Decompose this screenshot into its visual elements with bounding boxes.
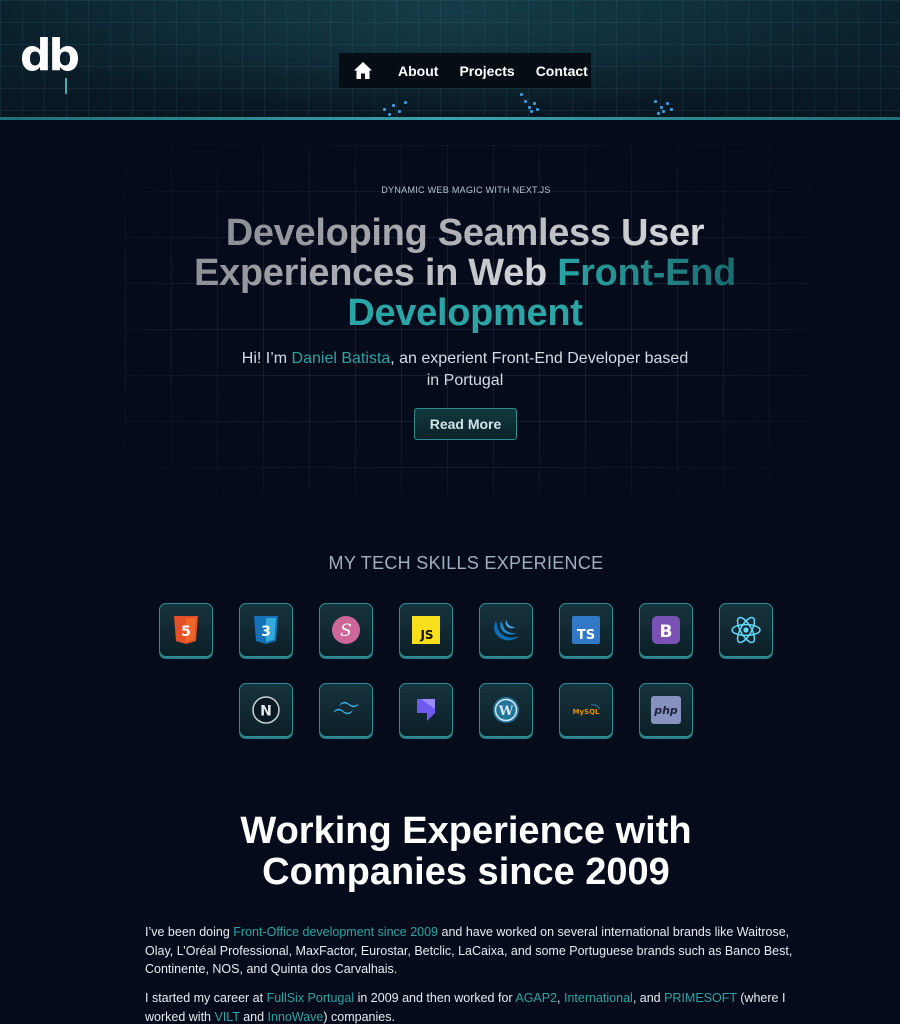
site-logo[interactable]: db — [20, 34, 80, 78]
skill-css3[interactable]: 3 — [239, 603, 293, 657]
p2-text-b: in 2009 and then worked for — [354, 991, 516, 1005]
hero-sub-prefix: Hi! I’m — [241, 350, 292, 367]
bootstrap-icon: B — [652, 616, 680, 644]
nav-about[interactable]: About — [398, 63, 438, 79]
nextjs-icon: N — [252, 696, 280, 724]
p2-text-d: , and — [632, 991, 665, 1005]
home-icon[interactable] — [353, 61, 373, 81]
svg-text:B: B — [660, 622, 673, 642]
react-icon — [731, 616, 761, 644]
svg-text:php: php — [653, 704, 678, 717]
javascript-icon: JS — [412, 616, 440, 644]
typescript-icon: TS — [572, 616, 600, 644]
skill-stackbit[interactable] — [399, 683, 453, 737]
svg-text:S: S — [340, 621, 352, 641]
stackbit-icon — [417, 699, 435, 721]
hero-sub-name: Daniel Batista — [291, 350, 391, 367]
particles-decoration — [0, 88, 900, 118]
html5-icon: 5 — [174, 616, 198, 644]
mysql-icon: MySQL — [573, 704, 601, 716]
svg-text:TS: TS — [577, 628, 595, 643]
svg-text:W: W — [498, 704, 514, 719]
sass-icon: S — [332, 616, 360, 644]
hero-title: Developing Seamless User Experiences in … — [150, 213, 780, 333]
hero-subtitle: Hi! I’m Daniel Batista, an experient Fro… — [240, 348, 690, 392]
jquery-icon — [494, 620, 519, 641]
p2-text-g: ) companies. — [323, 1009, 395, 1024]
experience-paragraph-1: I’ve been doing Front-Office development… — [145, 923, 800, 979]
p1-highlight: Front-Office development since 2009 — [233, 925, 439, 939]
php-icon: php — [651, 696, 681, 724]
company-fullsix: FullSix Portugal — [266, 991, 355, 1005]
skill-sass[interactable]: S — [319, 603, 373, 657]
skill-mysql[interactable]: MySQL — [559, 683, 613, 737]
skill-nextjs[interactable]: N — [239, 683, 293, 737]
svg-text:5: 5 — [181, 624, 191, 640]
logo-cursor — [65, 78, 67, 94]
css3-icon: 3 — [254, 616, 278, 644]
header-divider — [0, 117, 900, 120]
p2-text-a: I started my career at — [145, 991, 267, 1005]
skills-title: MY TECH SKILLS EXPERIENCE — [328, 553, 604, 573]
experience-title-line1: Working Experience with — [240, 810, 692, 852]
nav-projects[interactable]: Projects — [459, 63, 514, 79]
svg-text:3: 3 — [261, 624, 271, 640]
skill-tailwind[interactable] — [319, 683, 373, 737]
nav-contact[interactable]: Contact — [536, 63, 588, 79]
read-more-button[interactable]: Read More — [414, 408, 517, 440]
tailwind-icon — [333, 701, 359, 715]
hero-title-part4: Development — [347, 292, 583, 334]
p1-text-a: I’ve been doing — [145, 925, 234, 939]
hero-title-part2: Experiences in Web — [194, 252, 558, 294]
hero-eyebrow: DYNAMIC WEB MAGIC WITH NEXT.JS — [381, 185, 551, 195]
skill-react[interactable] — [719, 603, 773, 657]
p2-text-c: , — [557, 991, 564, 1005]
experience-paragraph-2: I started my career at FullSix Portugal … — [145, 989, 800, 1024]
hero-sub-suffix: , an experient Front-End Developer based… — [390, 350, 689, 389]
company-innowave: InnoWave — [267, 1009, 324, 1024]
company-vilt: VILT — [214, 1009, 240, 1024]
skill-html5[interactable]: 5 — [159, 603, 213, 657]
skill-bootstrap[interactable]: B — [639, 603, 693, 657]
experience-title: Working Experience with Companies since … — [180, 811, 752, 893]
hero-title-part3: Front-End — [557, 252, 736, 294]
skill-javascript[interactable]: JS — [399, 603, 453, 657]
company-agap2: AGAP2 — [515, 991, 558, 1005]
wordpress-icon: W — [493, 697, 519, 723]
skill-typescript[interactable]: TS — [559, 603, 613, 657]
hero-title-part1: Developing Seamless User — [225, 212, 705, 254]
company-international: International — [564, 991, 633, 1005]
site-header: db About Projects Contact — [0, 0, 900, 120]
company-primesoft: PRIMESOFT — [664, 991, 737, 1005]
experience-title-line2: Companies since 2009 — [262, 851, 670, 893]
skill-wordpress[interactable]: W — [479, 683, 533, 737]
skill-php[interactable]: php — [639, 683, 693, 737]
p2-text-f: and — [239, 1009, 268, 1024]
svg-text:JS: JS — [419, 628, 433, 642]
svg-text:MySQL: MySQL — [573, 708, 601, 716]
svg-text:N: N — [260, 704, 272, 720]
main-nav: About Projects Contact — [339, 53, 591, 88]
skill-jquery[interactable] — [479, 603, 533, 657]
